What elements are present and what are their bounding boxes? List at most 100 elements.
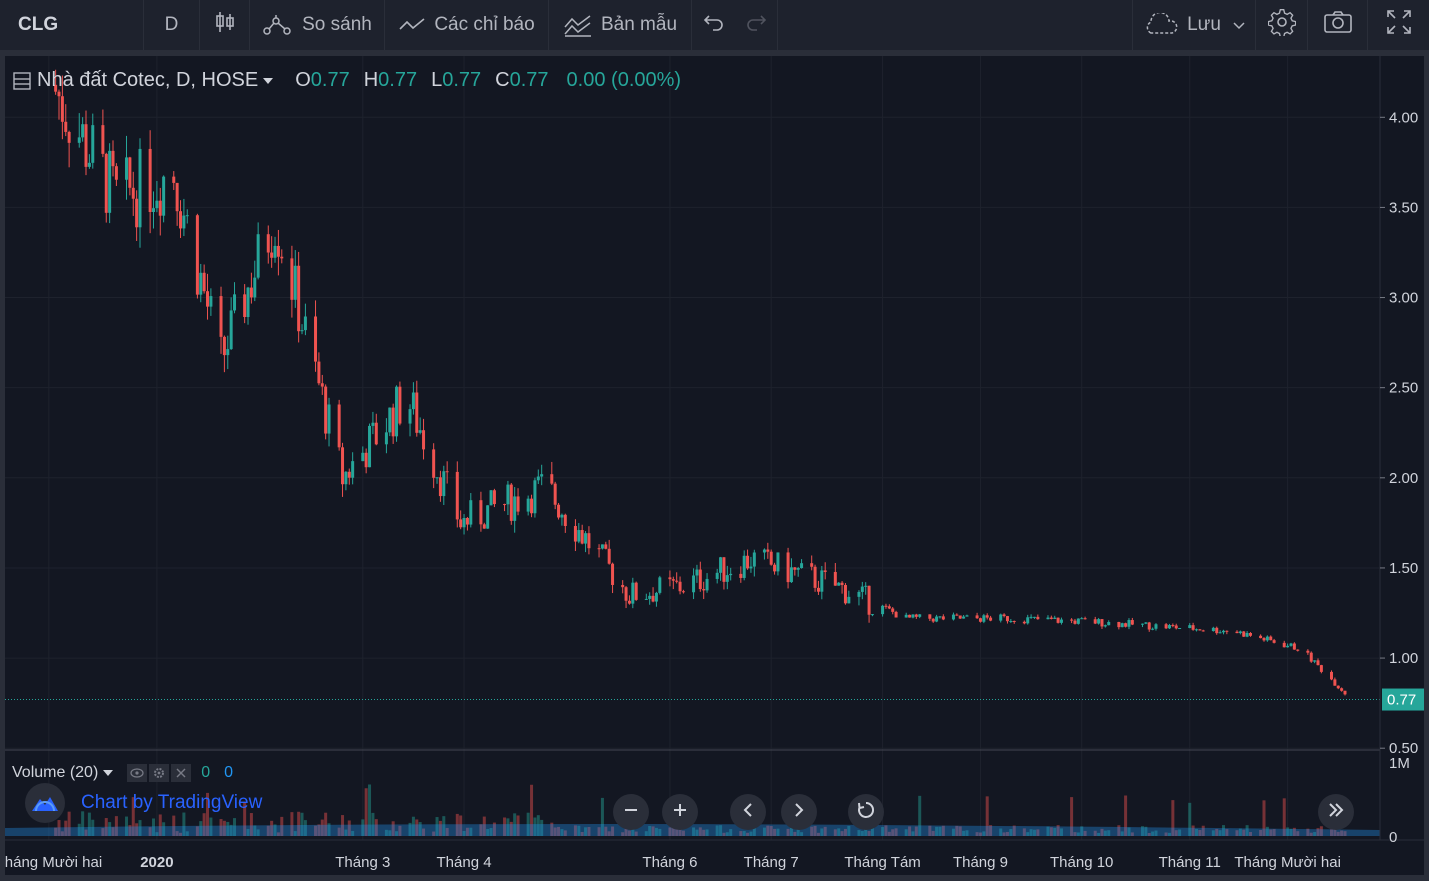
candle-body xyxy=(658,577,662,593)
symbol-label: CLG xyxy=(18,14,59,35)
candle-body xyxy=(837,582,841,586)
candle-body xyxy=(631,582,635,604)
settings-small-icon[interactable] xyxy=(149,764,170,782)
candle-body xyxy=(206,291,210,307)
candle-body xyxy=(138,148,142,228)
redo-button[interactable] xyxy=(734,0,778,50)
candle-body xyxy=(536,476,540,481)
candle-body xyxy=(938,616,942,618)
symbol-search-button[interactable]: CLG xyxy=(0,0,144,50)
candle-body xyxy=(1282,642,1286,648)
candle-body xyxy=(374,422,378,445)
volume-axis: 1M 0 xyxy=(1389,755,1410,846)
volume-title[interactable]: Volume (20) xyxy=(12,764,98,782)
candle-body xyxy=(1049,617,1053,619)
candle-body xyxy=(1336,685,1340,689)
zoom-in-button[interactable] xyxy=(662,794,698,830)
candle-body xyxy=(395,386,399,437)
candle-body xyxy=(81,124,85,138)
legend-menu-chevron-icon[interactable] xyxy=(263,77,274,84)
close-small-icon[interactable] xyxy=(171,764,192,782)
candle-body xyxy=(344,471,348,485)
candle-body xyxy=(671,579,675,581)
candle-body xyxy=(587,533,591,549)
scroll-to-realtime-button[interactable] xyxy=(1318,794,1354,830)
fullscreen-button[interactable] xyxy=(1368,0,1429,50)
legend-collapse-icon[interactable] xyxy=(13,71,31,90)
candle-body xyxy=(219,296,223,337)
scroll-right-button[interactable] xyxy=(781,794,817,830)
plus-icon xyxy=(672,802,688,823)
candle-body xyxy=(64,121,68,132)
candle-body xyxy=(1130,620,1134,625)
candle-body xyxy=(1340,688,1344,691)
zoom-out-button[interactable] xyxy=(613,794,649,830)
candle-body xyxy=(273,245,277,258)
interval-button[interactable]: D xyxy=(144,0,200,50)
candle-body xyxy=(773,564,777,572)
candle-body xyxy=(293,265,297,300)
time-tick-label: 2020 xyxy=(140,854,173,871)
candle-body xyxy=(1259,635,1263,639)
candle-body xyxy=(455,471,459,520)
price-chart[interactable]: 4.003.503.002.502.001.501.000.50 1M0 Thá… xyxy=(5,56,1424,875)
settings-button[interactable] xyxy=(1256,0,1308,50)
candle-body xyxy=(789,567,793,583)
legend-title[interactable]: Nhà đất Cotec, D, HOSE xyxy=(37,69,258,92)
candle-body xyxy=(978,618,982,622)
candle-body xyxy=(152,208,156,213)
candle-body xyxy=(87,162,91,167)
candle-body xyxy=(256,234,260,278)
candle-body xyxy=(725,575,729,582)
volume-menu-chevron-icon[interactable] xyxy=(103,770,114,776)
candle-body xyxy=(486,505,490,529)
candle-body xyxy=(742,555,746,578)
save-label: Lưu xyxy=(1187,14,1221,35)
tradingview-branding[interactable]: Chart by TradingView xyxy=(25,783,262,823)
candle-body xyxy=(810,563,814,567)
candle-body xyxy=(442,471,446,497)
minus-icon xyxy=(623,802,639,823)
time-tick-label: Tháng Tám xyxy=(844,854,920,871)
price-tick-label: 1.50 xyxy=(1389,560,1418,577)
candle-body xyxy=(435,477,439,479)
candle-body xyxy=(114,166,118,180)
candle-body xyxy=(280,256,284,259)
candle-body xyxy=(290,258,294,300)
camera-icon xyxy=(1323,10,1353,40)
candle-body xyxy=(1022,621,1026,624)
reset-chart-button[interactable] xyxy=(848,794,884,830)
candle-body xyxy=(1235,631,1239,634)
price-tick-label: 3.00 xyxy=(1389,290,1418,307)
candle-body xyxy=(914,614,918,617)
candle-body xyxy=(1269,636,1273,641)
time-tick-label: Tháng 3 xyxy=(335,854,390,871)
candle-body xyxy=(361,452,365,462)
eye-icon[interactable] xyxy=(127,764,148,782)
candle-body xyxy=(1154,624,1158,629)
time-tick-label: Tháng 10 xyxy=(1050,854,1113,871)
candle-body xyxy=(891,608,895,612)
candle-body xyxy=(1107,621,1111,626)
templates-button[interactable]: Bản mẫu xyxy=(549,0,692,50)
chart-container[interactable]: 4.00 3.50 3.00 2.50 2.00 1.50 1.00 0.50 1M 0 Thá… xyxy=(5,56,1424,875)
compare-button[interactable]: So sánh xyxy=(250,0,385,50)
time-tick-label: Tháng 4 xyxy=(437,854,492,871)
candle-body xyxy=(303,316,307,331)
candle-body xyxy=(1097,619,1101,624)
candle-body xyxy=(989,617,993,621)
save-button[interactable]: Lưu xyxy=(1132,0,1256,50)
candle-body xyxy=(648,595,652,599)
chart-style-button[interactable] xyxy=(200,0,250,50)
undo-button[interactable] xyxy=(694,0,734,50)
candle-body xyxy=(128,157,132,188)
candle-body xyxy=(840,582,844,586)
candle-body xyxy=(563,514,567,527)
volume-value-2: 0 xyxy=(224,764,234,781)
candle-body xyxy=(266,234,270,253)
candle-body xyxy=(526,498,530,512)
indicators-button[interactable]: Các chỉ báo xyxy=(385,0,549,50)
candle-body xyxy=(739,573,743,578)
screenshot-button[interactable] xyxy=(1308,0,1368,50)
scroll-left-button[interactable] xyxy=(730,794,766,830)
